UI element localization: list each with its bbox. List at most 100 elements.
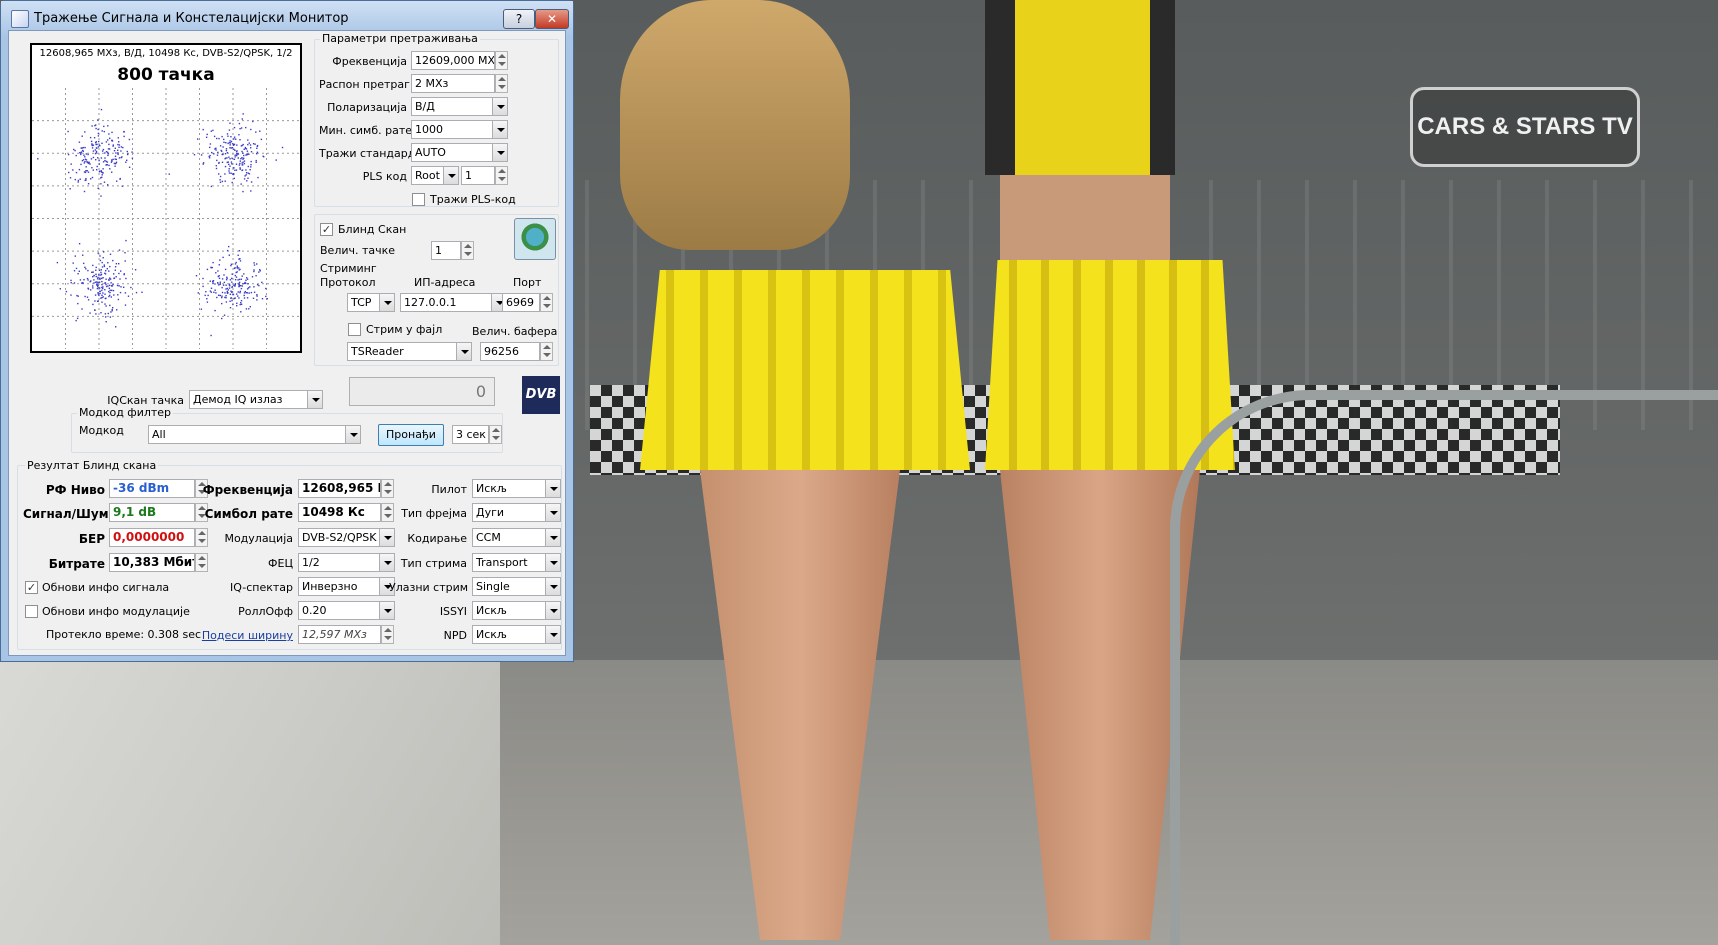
constellation-point bbox=[239, 160, 241, 162]
constellation-point bbox=[95, 313, 97, 315]
pilot-select[interactable]: Искљ bbox=[472, 479, 561, 498]
pls-search-checkbox[interactable] bbox=[412, 193, 425, 206]
adjust-width-link[interactable]: Подеси ширину bbox=[199, 629, 293, 642]
constellation-point bbox=[233, 136, 236, 138]
ip-select[interactable]: 127.0.0.1 bbox=[400, 293, 507, 312]
constellation-point bbox=[228, 170, 230, 172]
constellation-point bbox=[114, 147, 116, 149]
constellation-point bbox=[234, 156, 236, 158]
coding-select[interactable]: CCM bbox=[472, 528, 561, 547]
constellation-point bbox=[219, 259, 221, 261]
constellation-point bbox=[95, 143, 97, 146]
close-button[interactable]: ✕ bbox=[535, 9, 569, 29]
time-spinner[interactable] bbox=[489, 425, 502, 444]
constellation-point bbox=[70, 279, 72, 282]
constellation-point bbox=[246, 297, 249, 299]
issyi-select[interactable]: Искљ bbox=[472, 601, 561, 620]
pls-input[interactable]: 1 bbox=[461, 166, 495, 185]
constellation-point bbox=[238, 267, 240, 269]
constellation-point bbox=[247, 172, 249, 174]
constellation-point bbox=[70, 294, 72, 296]
pls-mode-select[interactable]: Root bbox=[411, 166, 459, 185]
update-signal-checkbox[interactable]: ✓ bbox=[25, 581, 38, 594]
constellation-point bbox=[67, 130, 69, 133]
constellation-point bbox=[239, 128, 241, 130]
constellation-point bbox=[102, 161, 105, 163]
mod-result-select[interactable]: DVB-S2/QPSK bbox=[298, 528, 395, 547]
constellation-point bbox=[106, 164, 108, 166]
person-right-top bbox=[985, 0, 1175, 175]
chevron-down-icon bbox=[456, 343, 471, 360]
rolloff-result-select[interactable]: 0.20 bbox=[298, 601, 395, 620]
iq-scan-select[interactable]: Демод IQ излаз bbox=[189, 390, 323, 409]
buffer-input[interactable]: 96256 bbox=[480, 342, 540, 361]
constellation-point bbox=[242, 152, 244, 154]
constellation-point bbox=[261, 281, 263, 284]
port-input[interactable]: 6969 bbox=[502, 293, 540, 312]
constellation-point bbox=[96, 300, 99, 302]
input-stream-select[interactable]: Single bbox=[472, 577, 561, 596]
constellation-point bbox=[221, 295, 223, 297]
modcod-select[interactable]: All bbox=[148, 425, 361, 444]
constellation-point bbox=[206, 133, 208, 136]
constellation-point bbox=[117, 298, 120, 301]
pls-mode-value: Root bbox=[415, 169, 440, 182]
constellation-point bbox=[218, 294, 220, 296]
time-input[interactable]: 3 сек bbox=[452, 425, 489, 444]
constellation-point bbox=[206, 268, 209, 271]
frame-select[interactable]: Дуги bbox=[472, 503, 561, 522]
constellation-point bbox=[81, 308, 83, 310]
constellation-point bbox=[231, 147, 234, 149]
npd-select[interactable]: Искљ bbox=[472, 625, 561, 644]
constellation-point bbox=[226, 133, 229, 135]
constellation-point bbox=[98, 171, 101, 173]
polarization-select[interactable]: В/Д bbox=[411, 97, 508, 116]
constellation-point bbox=[81, 149, 84, 152]
constellation-point bbox=[101, 150, 104, 152]
constellation-point bbox=[118, 272, 120, 275]
point-size-input[interactable]: 1 bbox=[431, 241, 461, 260]
find-button[interactable]: Пронађи bbox=[378, 424, 444, 446]
constellation-point bbox=[102, 257, 104, 259]
constellation-point bbox=[118, 141, 120, 143]
constellation-point bbox=[230, 136, 232, 138]
constellation-point bbox=[209, 143, 212, 145]
help-button[interactable]: ? bbox=[503, 9, 535, 29]
pls-spinner[interactable] bbox=[495, 166, 508, 185]
constellation-point bbox=[92, 303, 94, 306]
constellation-point bbox=[223, 274, 225, 276]
stream-type-select[interactable]: Transport bbox=[472, 553, 561, 572]
constellation-point bbox=[114, 155, 117, 157]
polarization-label: Поларизација bbox=[327, 101, 407, 114]
constellation-point bbox=[233, 158, 236, 160]
constellation-point bbox=[111, 131, 113, 134]
point-size-spinner[interactable] bbox=[461, 241, 474, 260]
constellation-point bbox=[230, 263, 233, 265]
fec-result-select[interactable]: 1/2 bbox=[298, 553, 395, 572]
range-spinner[interactable] bbox=[495, 74, 508, 93]
range-input[interactable]: 2 МХз bbox=[411, 74, 495, 93]
blind-scan-checkbox[interactable]: ✓ bbox=[320, 223, 333, 236]
min-sr-select[interactable]: 1000 bbox=[411, 120, 508, 139]
stream-file-checkbox[interactable] bbox=[348, 323, 361, 336]
frequency-label: Фреквенција bbox=[332, 55, 407, 68]
buffer-spinner[interactable] bbox=[540, 342, 553, 361]
constellation-point bbox=[202, 163, 204, 165]
constellation-point bbox=[230, 161, 233, 163]
constellation-point bbox=[115, 263, 118, 265]
frequency-input[interactable]: 12609,000 МХз bbox=[411, 51, 495, 70]
port-label: Порт bbox=[513, 276, 542, 289]
fec-result-value: 1/2 bbox=[302, 556, 320, 569]
constellation-point bbox=[250, 164, 252, 166]
standard-select[interactable]: AUTO bbox=[411, 143, 508, 162]
constellation-point bbox=[238, 250, 241, 252]
protocol-select[interactable]: TCP bbox=[347, 293, 395, 312]
constellation-point bbox=[123, 135, 125, 138]
frequency-spinner[interactable] bbox=[495, 51, 508, 70]
iq-result-select[interactable]: Инверзно bbox=[298, 577, 395, 596]
constellation-point bbox=[250, 166, 252, 168]
constellation-point bbox=[217, 270, 219, 272]
port-spinner[interactable] bbox=[540, 293, 553, 312]
reader-select[interactable]: TSReader bbox=[347, 342, 472, 361]
update-mod-checkbox[interactable] bbox=[25, 605, 38, 618]
